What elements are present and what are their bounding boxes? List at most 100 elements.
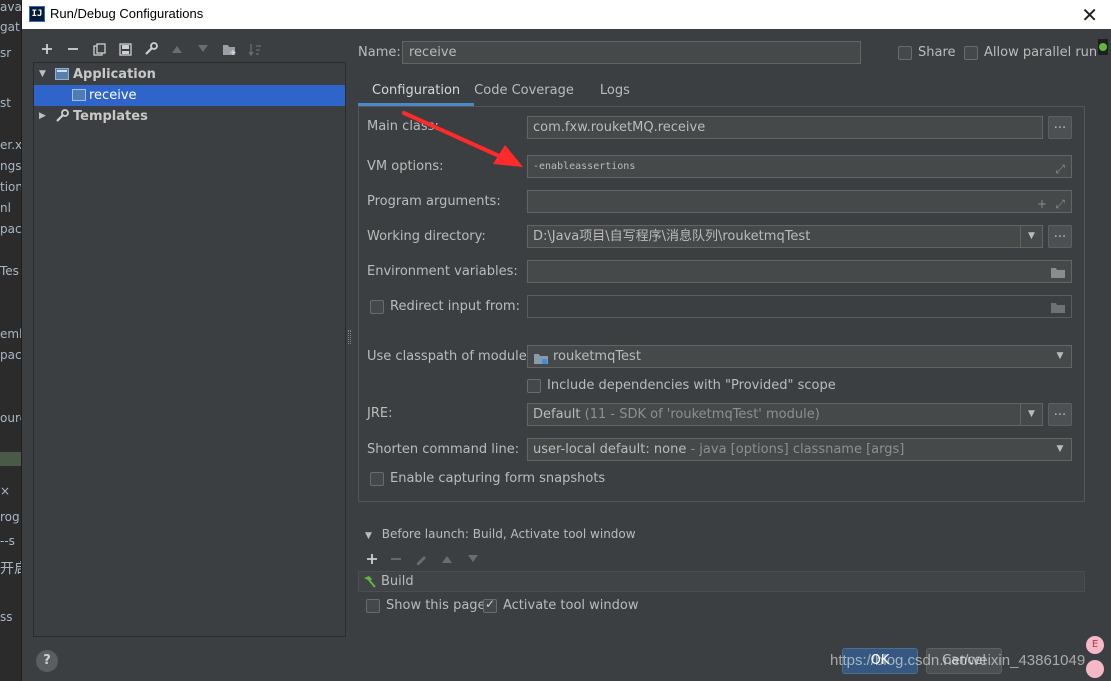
edit-icon[interactable] [408, 548, 434, 570]
tree-item-label: Templates [73, 109, 148, 124]
bg-text: pac [0, 222, 21, 236]
chevron-down-icon[interactable]: ▼ [1020, 404, 1042, 425]
tab-logs[interactable]: Logs [586, 78, 642, 106]
expand-icon[interactable]: ⤢ [1055, 159, 1065, 177]
bg-highlight [0, 452, 21, 466]
bg-text: er.x [0, 138, 21, 152]
include-dependencies-label: Include dependencies with "Provided" sco… [547, 378, 836, 393]
show-this-page-checkbox[interactable] [366, 599, 380, 613]
save-icon[interactable] [112, 38, 138, 60]
tree-item-templates[interactable]: ▶ Templates [34, 106, 345, 127]
classpath-module-label: Use classpath of module: [367, 349, 532, 364]
tree-item-label: receive [89, 88, 137, 103]
redirect-input-checkbox[interactable] [370, 300, 384, 314]
jre-combo[interactable]: Default (11 - SDK of 'rouketmqTest' modu… [527, 403, 1043, 426]
config-tabs: Configuration Code Coverage Logs [358, 78, 642, 106]
configurations-tree: ▼ Application receive ▶ Templates [33, 62, 346, 637]
share-label: Share [918, 45, 956, 60]
remove-icon[interactable] [384, 548, 408, 570]
config-toolbar [34, 38, 268, 60]
move-up-icon[interactable] [434, 548, 460, 570]
before-launch-list: Build [358, 571, 1085, 592]
jre-value: Default [533, 407, 581, 422]
tab-code-coverage[interactable]: Code Coverage [474, 78, 586, 106]
jre-label: JRE: [367, 406, 393, 421]
jre-value-detail: (11 - SDK of 'rouketmqTest' module) [584, 407, 820, 422]
include-dependencies-checkbox[interactable] [527, 379, 541, 393]
capture-snapshots-checkbox[interactable] [370, 472, 384, 486]
bg-text: st [0, 96, 11, 110]
chevron-down-icon[interactable]: ▼ [1049, 346, 1071, 367]
chevron-right-icon[interactable]: ▶ [39, 106, 49, 127]
notification-badge-secondary [1086, 660, 1104, 678]
right-edge-icon [1096, 37, 1111, 65]
bg-text: nl [0, 201, 11, 215]
redirect-input-field[interactable] [527, 295, 1072, 318]
add-macro-icon[interactable]: + [1037, 194, 1047, 212]
wrench-icon [55, 109, 69, 122]
vm-options-input[interactable]: -enableassertions ⤢ [527, 155, 1072, 178]
new-folder-icon[interactable] [216, 38, 242, 60]
program-arguments-input[interactable]: + ⤢ [527, 190, 1072, 213]
shorten-command-line-combo[interactable]: user-local default: none - java [options… [527, 438, 1072, 461]
chevron-down-icon[interactable]: ▼ [365, 531, 372, 541]
help-button[interactable]: ? [36, 650, 58, 672]
folder-icon[interactable] [1051, 264, 1065, 282]
chevron-down-icon[interactable]: ▼ [1020, 226, 1042, 247]
environment-variables-input[interactable] [527, 260, 1072, 283]
move-down-icon[interactable] [190, 38, 216, 60]
share-checkbox[interactable] [898, 46, 912, 60]
classpath-module-combo[interactable]: rouketmqTest ▼ [527, 345, 1072, 368]
background-ide-panel: ava1 gat sr st er.x ngs tion nl pac Tes … [0, 0, 21, 681]
splitter-handle[interactable] [348, 330, 351, 344]
folder-icon[interactable] [1051, 299, 1065, 317]
wrench-icon[interactable] [138, 38, 164, 60]
shorten-value: user-local default: none [533, 442, 687, 457]
bg-text: 开启 [0, 561, 21, 577]
copy-icon[interactable] [86, 38, 112, 60]
show-this-page-label: Show this page [386, 598, 486, 613]
intellij-logo-icon: IJ [29, 6, 45, 22]
working-directory-combo[interactable]: D:\Java项目\自写程序\消息队列\rouketmqTest ▼ [527, 225, 1043, 248]
add-icon[interactable] [34, 38, 60, 60]
allow-parallel-label: Allow parallel run [984, 45, 1098, 60]
remove-icon[interactable] [60, 38, 86, 60]
tree-item-receive[interactable]: receive [34, 85, 345, 106]
activate-tool-window-label: Activate tool window [503, 598, 639, 613]
capture-snapshots-label: Enable capturing form snapshots [390, 471, 606, 486]
chevron-down-icon[interactable]: ▼ [39, 64, 49, 85]
tree-item-label: Application [73, 67, 156, 82]
before-launch-header[interactable]: ▼ Before launch: Build, Activate tool wi… [365, 527, 636, 541]
bg-text: --s [0, 534, 15, 548]
move-up-icon[interactable] [164, 38, 190, 60]
bg-text: ourc [0, 411, 21, 425]
tree-item-application[interactable]: ▼ Application [34, 64, 345, 85]
bg-text: emb [0, 327, 21, 341]
chevron-down-icon[interactable]: ▼ [1049, 439, 1071, 460]
add-icon[interactable] [360, 548, 384, 570]
vm-options-value: -enableassertions [533, 161, 636, 172]
activate-tool-window-checkbox[interactable] [483, 597, 497, 613]
move-down-icon[interactable] [460, 548, 486, 570]
expand-icon[interactable]: ⤢ [1055, 194, 1065, 212]
before-launch-title: Before launch: Build, Activate tool wind… [381, 527, 636, 541]
main-class-browse-button[interactable]: ... [1048, 116, 1072, 139]
sort-icon[interactable] [242, 38, 268, 60]
list-item-label: Build [381, 574, 414, 589]
bg-text: × [0, 484, 11, 498]
bg-text: sr [0, 46, 12, 60]
jre-browse-button[interactable]: ... [1048, 403, 1072, 426]
tab-configuration[interactable]: Configuration [358, 78, 475, 106]
close-icon[interactable]: ✕ [1081, 3, 1098, 27]
main-class-input[interactable]: com.fxw.rouketMQ.receive [527, 116, 1043, 139]
allow-parallel-checkbox[interactable] [964, 46, 978, 60]
shorten-value-detail: - java [options] classname [args] [690, 442, 905, 457]
bg-text: ava1 [0, 0, 21, 14]
working-directory-browse-button[interactable]: ... [1048, 225, 1072, 248]
working-directory-value: D:\Java项目\自写程序\消息队列\rouketmqTest [533, 229, 811, 244]
module-icon [534, 351, 548, 367]
title-bar: IJ Run/Debug Configurations ✕ [22, 0, 1111, 29]
bg-text: ngs [0, 159, 21, 173]
bg-text: tion [0, 180, 21, 194]
name-field[interactable]: receive [402, 41, 861, 64]
